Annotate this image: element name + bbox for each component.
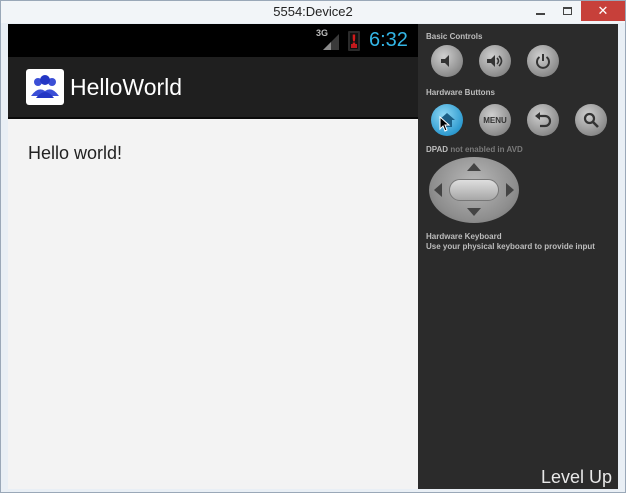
- search-icon: [583, 112, 599, 128]
- power-icon: [536, 54, 550, 69]
- close-button[interactable]: ✕: [581, 1, 625, 21]
- dpad-title: DPAD: [426, 145, 449, 154]
- close-icon: ✕: [597, 3, 609, 19]
- dpad[interactable]: [429, 157, 519, 223]
- app-title: HelloWorld: [70, 74, 183, 100]
- dpad-label: DPAD not enabled in AVD: [426, 145, 523, 154]
- app-logo-icon: [26, 69, 64, 105]
- mouse-cursor-icon: [439, 116, 451, 132]
- device-screen[interactable]: 3G ! 6:32 HelloWorld Hello world!: [8, 24, 418, 489]
- keyboard-note: Use your physical keyboard to provide in…: [426, 242, 595, 251]
- title-bar: 5554:Device2 ✕: [1, 1, 625, 23]
- volume-down-button[interactable]: [431, 45, 463, 77]
- basic-controls-label: Basic Controls: [426, 32, 483, 41]
- status-bar: 3G ! 6:32: [8, 24, 418, 57]
- dpad-up-icon[interactable]: [467, 163, 481, 171]
- battery-icon: !: [348, 31, 360, 51]
- dpad-right-icon[interactable]: [506, 183, 514, 197]
- back-button[interactable]: [527, 104, 559, 136]
- maximize-button[interactable]: [554, 1, 580, 21]
- keyboard-label: Hardware Keyboard: [426, 232, 502, 241]
- back-icon: [535, 112, 552, 128]
- watermark: Level Up: [541, 467, 613, 487]
- hello-text: Hello world!: [28, 143, 123, 163]
- maximize-icon: [562, 7, 572, 15]
- action-bar: HelloWorld: [8, 57, 418, 119]
- emulator-window: 5554:Device2 ✕ 3G ! 6:32 HelloWorld Hell…: [0, 0, 626, 493]
- menu-label: MENU: [483, 115, 507, 125]
- dpad-down-icon[interactable]: [467, 208, 481, 216]
- signal-icon: [323, 34, 339, 50]
- dpad-left-icon[interactable]: [434, 183, 442, 197]
- hardware-buttons-label: Hardware Buttons: [426, 88, 495, 97]
- emulator-control-panel: Basic Controls Hardware Buttons MENU DPA…: [418, 24, 618, 489]
- volume-up-button[interactable]: [479, 45, 511, 77]
- menu-button[interactable]: MENU: [479, 104, 511, 136]
- minimize-button[interactable]: [527, 1, 553, 21]
- volume-up-icon: [487, 55, 503, 67]
- search-button[interactable]: [575, 104, 607, 136]
- minimize-icon: [535, 13, 545, 15]
- dpad-note: not enabled in AVD: [450, 145, 523, 154]
- volume-down-icon: [441, 55, 449, 67]
- dpad-center-button[interactable]: [449, 179, 499, 201]
- status-clock: 6:32: [369, 29, 408, 51]
- power-button[interactable]: [527, 45, 559, 77]
